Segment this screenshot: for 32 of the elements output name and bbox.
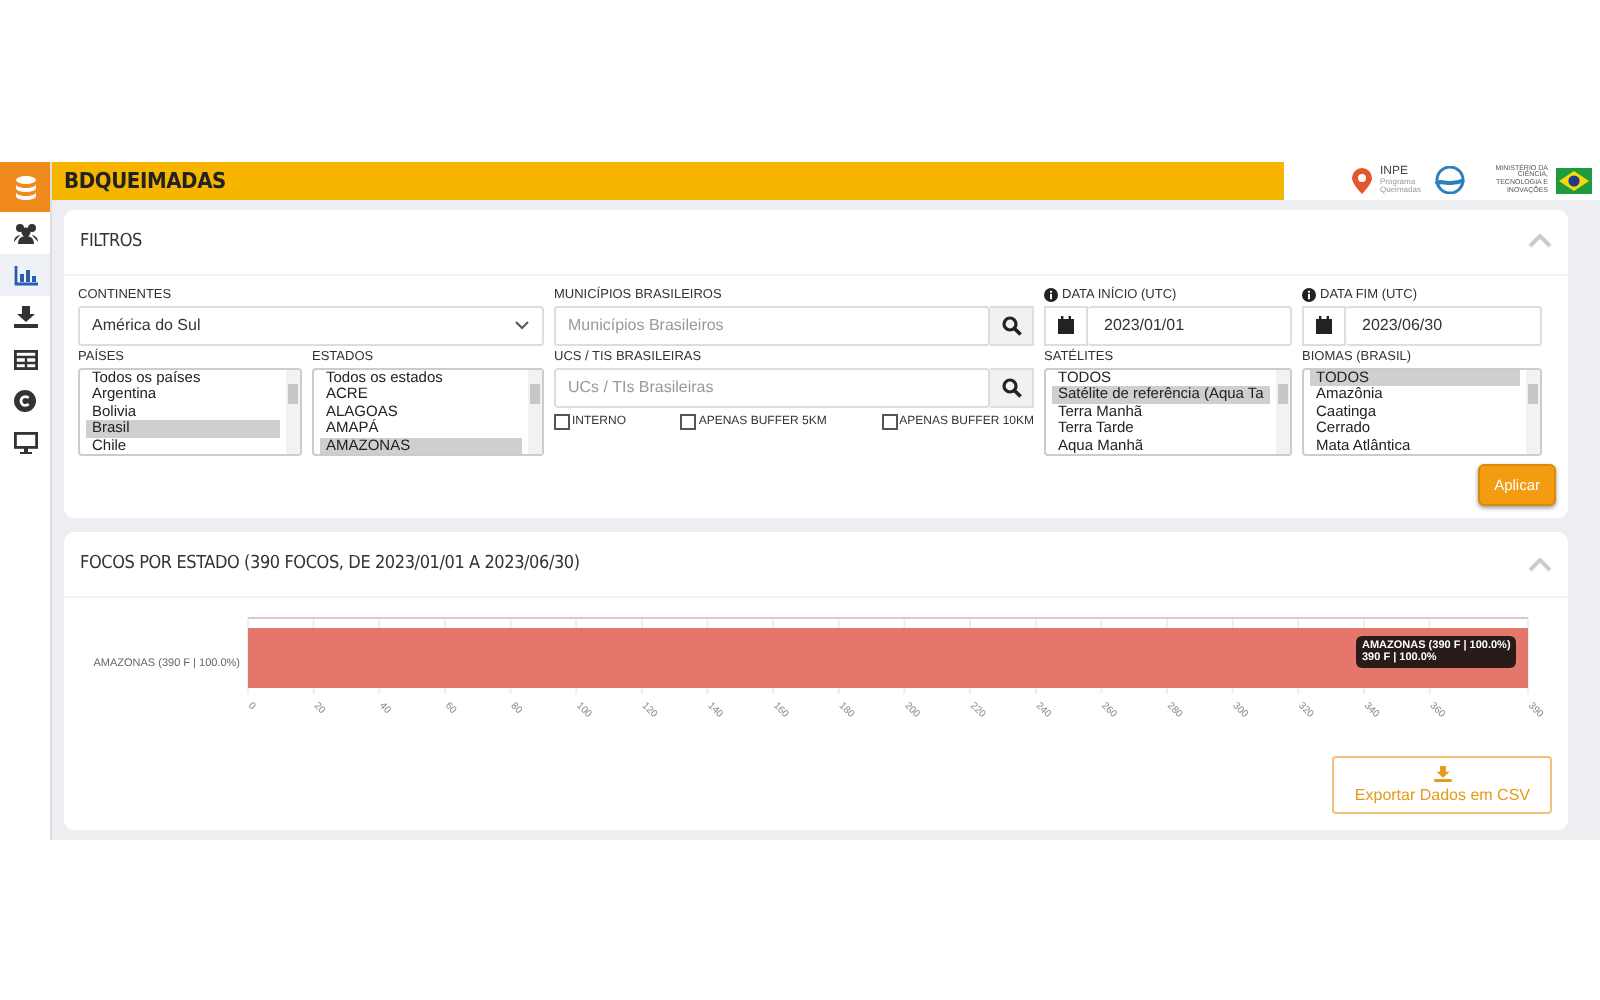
date-field[interactable]: 2023/06/30 [1346, 305, 1542, 345]
bar[interactable] [248, 628, 1528, 688]
info-icon [1044, 287, 1058, 301]
search-field[interactable]: UCs / TIs Brasileiras [554, 367, 990, 407]
date-field[interactable]: 2023/01/01 [1088, 305, 1292, 345]
caret-icon [514, 320, 530, 330]
card-title: FILTROS [80, 231, 142, 251]
search-icon [1001, 315, 1021, 335]
scrollbar[interactable] [286, 369, 300, 454]
search-button[interactable] [990, 367, 1034, 407]
calendar-icon [1058, 316, 1074, 334]
card-title: FOCOS POR ESTADO (390 FOCOS, DE 2023/01/01 A 2023/06/30) [80, 554, 580, 574]
download-icon[interactable] [13, 306, 37, 328]
pin-logo-icon [1352, 167, 1372, 194]
search-icon [1001, 377, 1021, 397]
chart-icon[interactable] [13, 265, 37, 285]
calendar-icon [1316, 316, 1332, 334]
brazil-flag-icon [1556, 167, 1592, 194]
download-icon [1433, 766, 1452, 782]
monitor-icon[interactable] [13, 432, 37, 454]
wave-logo-icon [1432, 166, 1468, 195]
table-icon[interactable] [13, 349, 37, 369]
app-title: BDQUEIMADAS [64, 167, 226, 194]
info-icon [1302, 287, 1316, 301]
scrollbar[interactable] [528, 369, 542, 454]
search-button[interactable] [990, 305, 1034, 345]
people-icon[interactable] [13, 222, 37, 244]
copyright-icon[interactable] [14, 390, 36, 412]
continent-select[interactable]: América do Sul [78, 305, 544, 345]
scrollbar[interactable] [1276, 369, 1290, 454]
scrollbar[interactable] [1526, 369, 1540, 454]
search-field[interactable]: Municípios Brasileiros [554, 305, 990, 345]
